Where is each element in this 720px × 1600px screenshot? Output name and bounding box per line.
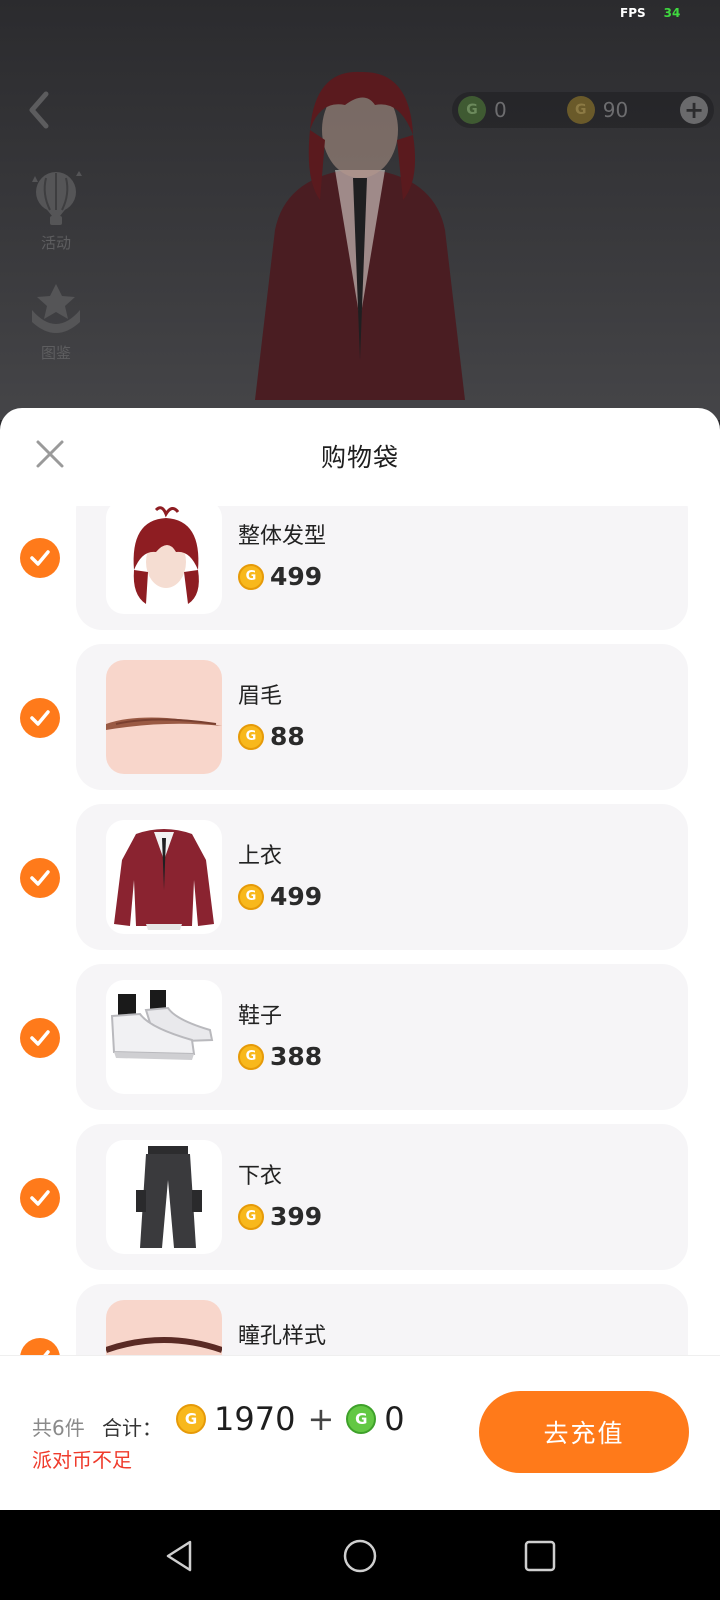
item-thumbnail-pupil: [106, 1300, 222, 1358]
insufficient-coins-warning: 派对币不足: [32, 1448, 132, 1472]
item-price-value: 88: [270, 722, 305, 751]
item-price: G 88: [238, 722, 305, 751]
home-circle-icon[interactable]: [340, 1536, 380, 1576]
item-count: 共6件: [32, 1416, 85, 1440]
item-checkbox[interactable]: [20, 538, 60, 578]
total-label: 合计：: [102, 1416, 162, 1440]
back-arrow-icon[interactable]: [22, 88, 58, 132]
item-card[interactable]: 上衣 G 499: [76, 804, 688, 950]
total-g-coin: 0: [384, 1400, 405, 1438]
item-thumbnail-eyebrow: [106, 660, 222, 774]
check-icon: [30, 710, 50, 726]
sheet-header: 购物袋: [0, 408, 720, 506]
party-coin-balance-value: 90: [602, 98, 629, 122]
party-coin-icon: G: [238, 563, 264, 590]
item-thumbnail-bottoms: [106, 1140, 222, 1254]
item-price: G 388: [238, 1042, 322, 1071]
check-icon: [30, 1190, 50, 1206]
side-entry-collection-label: 图鉴: [40, 344, 71, 362]
recharge-button[interactable]: 去充值: [479, 1391, 689, 1473]
g-coin-balance-value: 0: [494, 98, 507, 122]
system-nav-bar: [0, 1510, 720, 1600]
currency-bar: G 0 G 90 +: [452, 92, 714, 128]
party-coin-icon: G: [238, 1043, 264, 1070]
g-coin-icon: G: [458, 96, 486, 124]
party-coin-icon: G: [566, 96, 595, 124]
item-card[interactable]: 整体发型 G 499: [76, 506, 688, 630]
total-party-coin: 1970: [214, 1400, 296, 1438]
check-icon: [30, 550, 50, 566]
cart-item-hair[interactable]: 整体发型 G 499: [0, 506, 720, 630]
cart-item-top[interactable]: 上衣 G 499: [0, 804, 720, 950]
g-coin-icon: G: [346, 1404, 377, 1434]
party-coin-icon: G: [176, 1404, 206, 1434]
party-coin-balance: G 90: [566, 96, 629, 124]
side-entry-activity[interactable]: 活动: [22, 170, 90, 253]
cart-item-list[interactable]: 整体发型 G 499 眉毛 G 88 上衣 G 499 鞋子 G 388 下衣 …: [0, 506, 720, 1358]
item-name: 眉毛: [238, 684, 283, 709]
check-icon: [30, 870, 50, 886]
cart-item-pupil[interactable]: 瞳孔样式: [0, 1284, 720, 1358]
item-price-value: 388: [270, 1042, 323, 1071]
item-checkbox[interactable]: [20, 1018, 60, 1058]
back-triangle-icon[interactable]: [160, 1536, 200, 1576]
hot-air-balloon-icon: [32, 171, 82, 225]
cart-item-bottoms[interactable]: 下衣 G 399: [0, 1124, 720, 1270]
game-backdrop: FPS 34 活动 图鉴 G 0 G 90 +: [0, 0, 720, 420]
total-price: G 1970 + G 0: [176, 1400, 405, 1438]
shopping-bag-sheet: 购物袋 整体发型 G 499 眉毛 G 88 上衣 G 499 鞋子 G 388…: [0, 408, 720, 1508]
item-name: 瞳孔样式: [238, 1324, 327, 1349]
item-price-value: 499: [270, 882, 323, 911]
side-entry-activity-label: 活动: [40, 234, 71, 252]
sheet-title: 购物袋: [320, 443, 399, 472]
item-thumbnail-shoes: [106, 980, 222, 1094]
fps-value: 34: [663, 6, 681, 20]
star-badge-icon: [32, 284, 80, 333]
g-coin-balance: G 0: [458, 96, 507, 124]
item-price: G 499: [238, 882, 322, 911]
item-card[interactable]: 鞋子 G 388: [76, 964, 688, 1110]
item-card[interactable]: 眉毛 G 88: [76, 644, 688, 790]
item-name: 下衣: [238, 1164, 283, 1189]
item-name: 上衣: [238, 844, 283, 869]
item-name: 整体发型: [238, 524, 327, 549]
party-coin-icon: G: [238, 883, 264, 910]
item-name: 鞋子: [238, 1004, 283, 1029]
checkout-footer: 共6件 合计： G 1970 + G 0 派对币不足 去充值: [0, 1355, 720, 1510]
party-coin-icon: G: [238, 723, 264, 750]
cart-item-eyebrow[interactable]: 眉毛 G 88: [0, 644, 720, 790]
item-price: G 399: [238, 1202, 322, 1231]
side-entry-collection[interactable]: 图鉴: [22, 280, 90, 363]
item-card[interactable]: 瞳孔样式: [76, 1284, 688, 1358]
fps-label: FPS: [620, 6, 646, 20]
cart-item-shoes[interactable]: 鞋子 G 388: [0, 964, 720, 1110]
item-checkbox[interactable]: [20, 858, 60, 898]
check-icon: [30, 1030, 50, 1046]
recents-square-icon[interactable]: [520, 1536, 560, 1576]
party-coin-icon: G: [238, 1203, 264, 1230]
item-price-value: 399: [270, 1202, 323, 1231]
item-price: G 499: [238, 562, 322, 591]
plus-sign: +: [307, 1400, 335, 1438]
item-checkbox[interactable]: [20, 1178, 60, 1218]
fps-counter: FPS 34: [620, 6, 680, 20]
item-thumbnail-hair: [106, 506, 222, 614]
item-checkbox[interactable]: [20, 698, 60, 738]
plus-icon[interactable]: +: [680, 96, 708, 124]
item-thumbnail-top: [106, 820, 222, 934]
item-card[interactable]: 下衣 G 399: [76, 1124, 688, 1270]
item-price-value: 499: [270, 562, 323, 591]
